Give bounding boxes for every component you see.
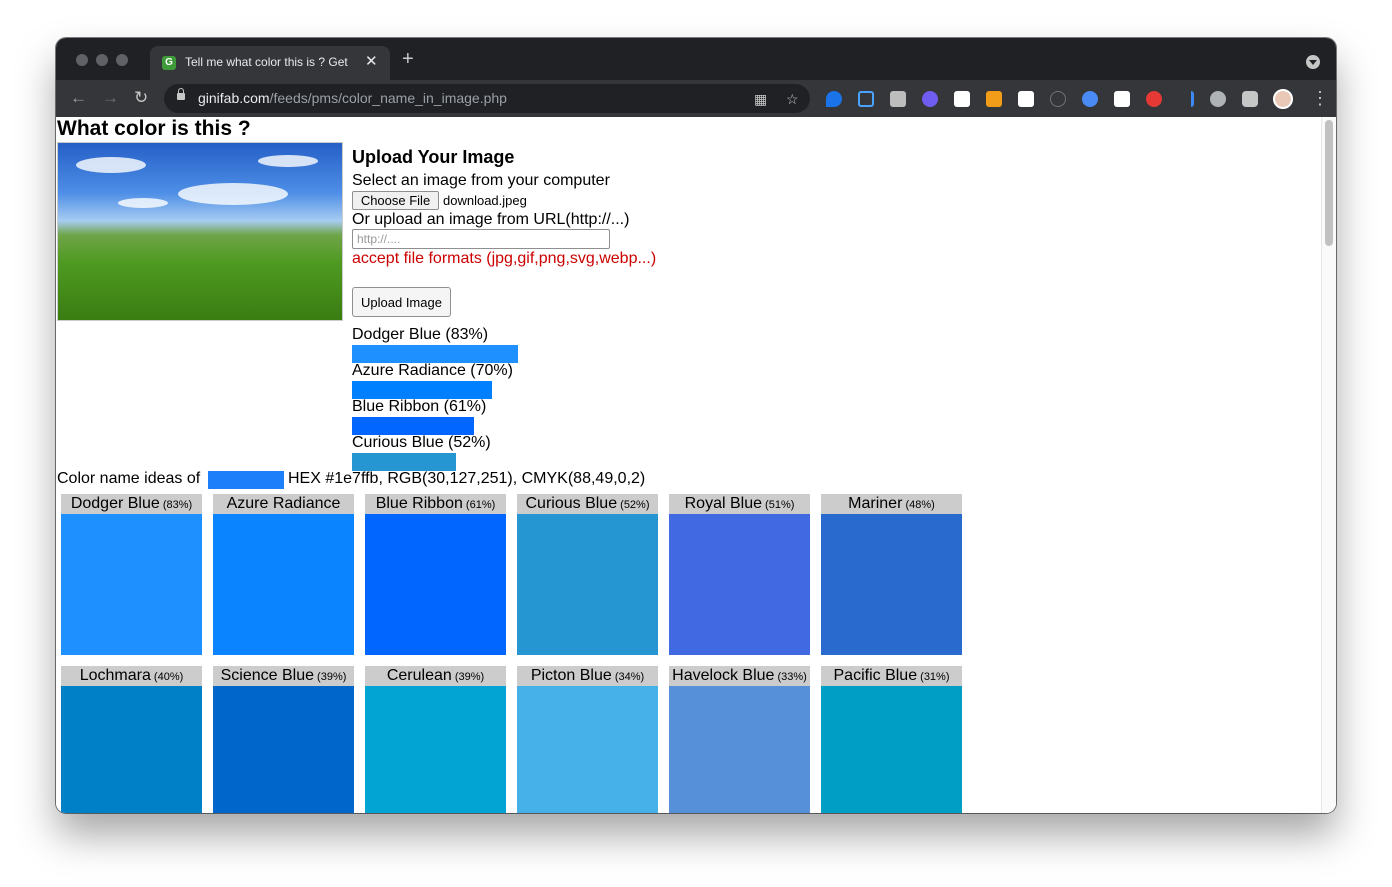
result-bar — [352, 345, 518, 363]
extension-r-icon[interactable] — [954, 91, 970, 107]
extension-m-icon[interactable] — [890, 91, 906, 107]
color-card[interactable]: Cerulean (39%) — [365, 666, 506, 813]
tab-search-icon[interactable] — [1306, 55, 1320, 69]
color-card[interactable]: Mariner (48%) — [821, 494, 962, 655]
color-card[interactable]: Dodger Blue (83%) — [61, 494, 202, 655]
extension-gem-icon[interactable] — [826, 91, 842, 107]
extension-monkey-icon[interactable] — [1210, 91, 1226, 107]
page-viewport: What color is this ? Upload Your Image S… — [56, 117, 1336, 813]
color-card-label: Curious Blue (52%) — [517, 494, 658, 514]
color-card-swatch[interactable] — [365, 514, 506, 655]
color-card[interactable]: Lochmara (40%) — [61, 666, 202, 813]
browser-toolbar: ← → ↻ ginifab.com/feeds/pms/color_name_i… — [56, 80, 1336, 117]
minimize-window-icon[interactable] — [96, 54, 108, 66]
color-card-swatch[interactable] — [821, 686, 962, 813]
select-image-label: Select an image from your computer — [352, 172, 610, 189]
result-label: Blue Ribbon (61%) — [352, 398, 487, 415]
back-icon[interactable]: ← — [70, 87, 87, 109]
forward-icon[interactable]: → — [102, 87, 119, 109]
color-card-swatch[interactable] — [669, 514, 810, 655]
color-card-label: Dodger Blue (83%) — [61, 494, 202, 514]
color-card[interactable]: Curious Blue (52%) — [517, 494, 658, 655]
active-tab[interactable]: G Tell me what color this is ? Get ✕ — [150, 46, 390, 80]
browser-window: G Tell me what color this is ? Get ✕ + ←… — [56, 38, 1336, 813]
color-card-swatch[interactable] — [517, 686, 658, 813]
color-card-label: Havelock Blue (33%) — [669, 666, 810, 686]
color-card[interactable]: Blue Ribbon (61%) — [365, 494, 506, 655]
color-card-swatch[interactable] — [669, 686, 810, 813]
page-title: What color is this ? — [57, 117, 251, 140]
extension-info-icon[interactable] — [1050, 91, 1066, 107]
image-url-input[interactable] — [352, 229, 610, 249]
extension-signal-icon[interactable] — [1178, 91, 1194, 107]
dominant-color-swatch — [208, 471, 284, 489]
extension-share-icon[interactable] — [858, 91, 874, 107]
reload-icon[interactable]: ↻ — [134, 87, 148, 109]
lock-icon[interactable] — [177, 88, 185, 100]
address-bar[interactable]: ginifab.com/feeds/pms/color_name_in_imag… — [164, 84, 810, 113]
color-card-swatch[interactable] — [517, 514, 658, 655]
close-window-icon[interactable] — [76, 54, 88, 66]
browser-menu-icon[interactable]: ⋮ — [1311, 88, 1329, 108]
color-card[interactable]: Royal Blue (51%) — [669, 494, 810, 655]
upload-image-button[interactable]: Upload Image — [352, 287, 451, 317]
result-label: Curious Blue (52%) — [352, 434, 491, 451]
site-favicon-icon: G — [162, 56, 176, 70]
result-bar — [352, 417, 474, 435]
result-label: Dodger Blue (83%) — [352, 326, 489, 343]
color-card[interactable]: Havelock Blue (33%) — [669, 666, 810, 813]
color-card-label: Pacific Blue (31%) — [821, 666, 962, 686]
extension-k-icon[interactable] — [986, 91, 1002, 107]
color-card-swatch[interactable] — [61, 514, 202, 655]
result-bar — [352, 381, 492, 399]
page-scrollbar[interactable] — [1321, 117, 1336, 813]
color-card-label: Royal Blue (51%) — [669, 494, 810, 514]
color-card-label: Cerulean (39%) — [365, 666, 506, 686]
color-card-label: Mariner (48%) — [821, 494, 962, 514]
color-card-label: Lochmara (40%) — [61, 666, 202, 686]
tab-close-icon[interactable]: ✕ — [365, 53, 378, 71]
upload-heading: Upload Your Image — [352, 147, 515, 167]
tab-strip: G Tell me what color this is ? Get ✕ + — [56, 38, 1336, 80]
extensions-puzzle-icon[interactable] — [1242, 91, 1258, 107]
extension-pen-icon[interactable] — [1114, 91, 1130, 107]
qr-code-icon[interactable]: ▦ — [754, 91, 767, 107]
extension-notes-icon[interactable] — [1018, 91, 1034, 107]
profile-avatar[interactable] — [1273, 89, 1293, 109]
color-card-label: Azure Radiance — [213, 494, 354, 514]
accepted-formats-note: accept file formats (jpg,gif,png,svg,web… — [352, 250, 657, 267]
new-tab-icon[interactable]: + — [402, 49, 414, 69]
result-bar — [352, 453, 456, 471]
dominant-color-codes: HEX #1e7ffb, RGB(30,127,251), CMYK(88,49… — [288, 470, 646, 487]
color-card[interactable]: Picton Blue (34%) — [517, 666, 658, 813]
color-card-label: Blue Ribbon (61%) — [365, 494, 506, 514]
scrollbar-thumb[interactable] — [1325, 120, 1333, 246]
extension-globe-icon[interactable] — [1082, 91, 1098, 107]
zoom-window-icon[interactable] — [116, 54, 128, 66]
tab-title: Tell me what color this is ? Get — [185, 55, 348, 69]
url-upload-label: Or upload an image from URL(http://...) — [352, 211, 630, 228]
uploaded-image-preview — [57, 142, 343, 321]
extension-pokeball-icon[interactable] — [1146, 91, 1162, 107]
color-card-swatch[interactable] — [213, 514, 354, 655]
selected-file-name: download.jpeg — [443, 193, 527, 208]
color-card-swatch[interactable] — [61, 686, 202, 813]
color-card[interactable]: Azure Radiance — [213, 494, 354, 655]
bookmark-star-icon[interactable]: ☆ — [786, 91, 799, 107]
color-card[interactable]: Science Blue (39%) — [213, 666, 354, 813]
color-ideas-label: Color name ideas of — [57, 470, 201, 487]
color-card-swatch[interactable] — [821, 514, 962, 655]
color-card-label: Picton Blue (34%) — [517, 666, 658, 686]
extension-star-icon[interactable] — [922, 91, 938, 107]
color-card-swatch[interactable] — [213, 686, 354, 813]
color-card-swatch[interactable] — [365, 686, 506, 813]
choose-file-button[interactable]: Choose File — [352, 191, 439, 210]
address-url[interactable]: ginifab.com/feeds/pms/color_name_in_imag… — [198, 90, 507, 106]
result-label: Azure Radiance (70%) — [352, 362, 513, 379]
color-card[interactable]: Pacific Blue (31%) — [821, 666, 962, 813]
color-card-label: Science Blue (39%) — [213, 666, 354, 686]
